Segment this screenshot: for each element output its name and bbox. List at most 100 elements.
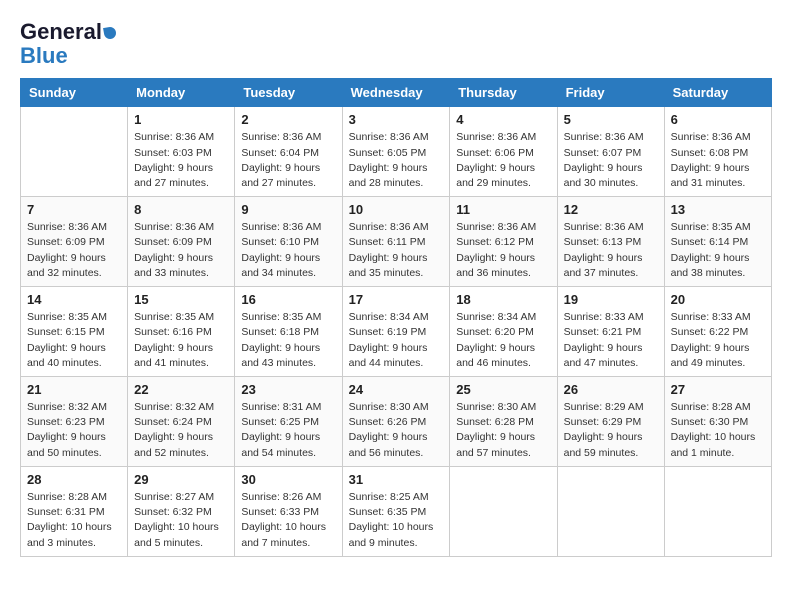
day-info: Sunrise: 8:33 AMSunset: 6:21 PMDaylight:… [564, 310, 658, 371]
calendar-cell: 3Sunrise: 8:36 AMSunset: 6:05 PMDaylight… [342, 107, 450, 197]
calendar-cell: 15Sunrise: 8:35 AMSunset: 6:16 PMDayligh… [128, 287, 235, 377]
day-info: Sunrise: 8:28 AMSunset: 6:30 PMDaylight:… [671, 400, 765, 461]
day-number: 21 [27, 382, 121, 397]
day-info: Sunrise: 8:36 AMSunset: 6:08 PMDaylight:… [671, 130, 765, 191]
day-number: 22 [134, 382, 228, 397]
day-number: 29 [134, 472, 228, 487]
day-number: 4 [456, 112, 550, 127]
calendar-cell: 11 Sunrise: 8:36 AMSunset: 6:12 PMDayligh… [450, 197, 557, 287]
day-number: 24 [349, 382, 444, 397]
day-number: 3 [349, 112, 444, 127]
calendar-cell: 24Sunrise: 8:30 AMSunset: 6:26 PMDayligh… [342, 377, 450, 467]
day-number: 9 [241, 202, 335, 217]
day-info: Sunrise: 8:28 AMSunset: 6:31 PMDaylight:… [27, 490, 121, 551]
calendar-cell [664, 466, 771, 556]
calendar-cell: 2 Sunrise: 8:36 AMSunset: 6:04 PMDaylight… [235, 107, 342, 197]
day-info: Sunrise: 8:26 AMSunset: 6:33 PMDaylight:… [241, 490, 335, 551]
day-number: 7 [27, 202, 121, 217]
calendar-cell: 31 Sunrise: 8:25 AMSunset: 6:35 PMDayligh… [342, 466, 450, 556]
calendar-cell: 27Sunrise: 8:28 AMSunset: 6:30 PMDayligh… [664, 377, 771, 467]
calendar-cell: 10Sunrise: 8:36 AMSunset: 6:11 PMDayligh… [342, 197, 450, 287]
day-info: Sunrise: 8:35 AMSunset: 6:18 PMDaylight:… [241, 310, 335, 371]
calendar-cell: 8Sunrise: 8:36 AMSunset: 6:09 PMDaylight… [128, 197, 235, 287]
calendar-cell: 23 Sunrise: 8:31 AMSunset: 6:25 PMDayligh… [235, 377, 342, 467]
calendar-cell: 12 Sunrise: 8:36 AMSunset: 6:13 PMDayligh… [557, 197, 664, 287]
calendar-cell: 4 Sunrise: 8:36 AMSunset: 6:06 PMDaylight… [450, 107, 557, 197]
header: General Blue [20, 20, 772, 68]
page-container: General Blue Sunday Monday Tuesday Wedne… [20, 20, 772, 557]
col-thursday: Thursday [450, 79, 557, 107]
logo: General Blue [20, 20, 116, 68]
day-number: 23 [241, 382, 335, 397]
calendar-cell: 14 Sunrise: 8:35 AMSunset: 6:15 PMDayligh… [21, 287, 128, 377]
day-number: 19 [564, 292, 658, 307]
day-number: 2 [241, 112, 335, 127]
calendar-cell [450, 466, 557, 556]
day-info: Sunrise: 8:36 AMSunset: 6:06 PMDaylight:… [456, 130, 550, 191]
calendar-cell: 7 Sunrise: 8:36 AMSunset: 6:09 PMDaylight… [21, 197, 128, 287]
calendar-cell [21, 107, 128, 197]
day-number: 1 [134, 112, 228, 127]
calendar-cell: 9 Sunrise: 8:36 AMSunset: 6:10 PMDaylight… [235, 197, 342, 287]
day-number: 15 [134, 292, 228, 307]
day-info: Sunrise: 8:32 AMSunset: 6:23 PMDaylight:… [27, 400, 121, 461]
logo-general: General [20, 19, 102, 44]
calendar-cell: 18 Sunrise: 8:34 AMSunset: 6:20 PMDayligh… [450, 287, 557, 377]
calendar-week-row: 28 Sunrise: 8:28 AMSunset: 6:31 PMDayligh… [21, 466, 772, 556]
day-info: Sunrise: 8:36 AMSunset: 6:10 PMDaylight:… [241, 220, 335, 281]
day-info: Sunrise: 8:31 AMSunset: 6:25 PMDaylight:… [241, 400, 335, 461]
day-info: Sunrise: 8:33 AMSunset: 6:22 PMDaylight:… [671, 310, 765, 371]
col-sunday: Sunday [21, 79, 128, 107]
day-info: Sunrise: 8:36 AMSunset: 6:12 PMDaylight:… [456, 220, 550, 281]
day-number: 6 [671, 112, 765, 127]
day-info: Sunrise: 8:34 AMSunset: 6:20 PMDaylight:… [456, 310, 550, 371]
day-number: 8 [134, 202, 228, 217]
day-info: Sunrise: 8:25 AMSunset: 6:35 PMDaylight:… [349, 490, 444, 551]
calendar-cell: 22Sunrise: 8:32 AMSunset: 6:24 PMDayligh… [128, 377, 235, 467]
calendar-cell: 21 Sunrise: 8:32 AMSunset: 6:23 PMDayligh… [21, 377, 128, 467]
col-friday: Friday [557, 79, 664, 107]
calendar-cell: 28 Sunrise: 8:28 AMSunset: 6:31 PMDayligh… [21, 466, 128, 556]
day-number: 28 [27, 472, 121, 487]
day-number: 20 [671, 292, 765, 307]
day-number: 14 [27, 292, 121, 307]
day-info: Sunrise: 8:36 AMSunset: 6:03 PMDaylight:… [134, 130, 228, 191]
calendar-cell: 16 Sunrise: 8:35 AMSunset: 6:18 PMDayligh… [235, 287, 342, 377]
day-info: Sunrise: 8:35 AMSunset: 6:14 PMDaylight:… [671, 220, 765, 281]
col-monday: Monday [128, 79, 235, 107]
day-number: 11 [456, 202, 550, 217]
day-number: 26 [564, 382, 658, 397]
calendar-week-row: 14 Sunrise: 8:35 AMSunset: 6:15 PMDayligh… [21, 287, 772, 377]
calendar-header-row: Sunday Monday Tuesday Wednesday Thursday… [21, 79, 772, 107]
day-number: 16 [241, 292, 335, 307]
day-info: Sunrise: 8:36 AMSunset: 6:04 PMDaylight:… [241, 130, 335, 191]
calendar-cell: 5 Sunrise: 8:36 AMSunset: 6:07 PMDaylight… [557, 107, 664, 197]
calendar-cell: 17Sunrise: 8:34 AMSunset: 6:19 PMDayligh… [342, 287, 450, 377]
day-number: 25 [456, 382, 550, 397]
day-info: Sunrise: 8:36 AMSunset: 6:13 PMDaylight:… [564, 220, 658, 281]
col-tuesday: Tuesday [235, 79, 342, 107]
calendar-cell: 20 Sunrise: 8:33 AMSunset: 6:22 PMDayligh… [664, 287, 771, 377]
day-info: Sunrise: 8:29 AMSunset: 6:29 PMDaylight:… [564, 400, 658, 461]
day-number: 5 [564, 112, 658, 127]
day-number: 10 [349, 202, 444, 217]
calendar-cell: 1 Sunrise: 8:36 AMSunset: 6:03 PMDaylight… [128, 107, 235, 197]
day-number: 18 [456, 292, 550, 307]
calendar-cell: 13 Sunrise: 8:35 AMSunset: 6:14 PMDayligh… [664, 197, 771, 287]
calendar-cell: 30Sunrise: 8:26 AMSunset: 6:33 PMDayligh… [235, 466, 342, 556]
logo-blue: Blue [20, 44, 116, 68]
day-number: 13 [671, 202, 765, 217]
day-number: 31 [349, 472, 444, 487]
day-info: Sunrise: 8:30 AMSunset: 6:28 PMDaylight:… [456, 400, 550, 461]
calendar-week-row: 1 Sunrise: 8:36 AMSunset: 6:03 PMDaylight… [21, 107, 772, 197]
calendar-cell [557, 466, 664, 556]
day-info: Sunrise: 8:35 AMSunset: 6:15 PMDaylight:… [27, 310, 121, 371]
day-info: Sunrise: 8:27 AMSunset: 6:32 PMDaylight:… [134, 490, 228, 551]
day-info: Sunrise: 8:36 AMSunset: 6:07 PMDaylight:… [564, 130, 658, 191]
col-saturday: Saturday [664, 79, 771, 107]
calendar-table: Sunday Monday Tuesday Wednesday Thursday… [20, 78, 772, 556]
day-number: 12 [564, 202, 658, 217]
calendar-cell: 25 Sunrise: 8:30 AMSunset: 6:28 PMDayligh… [450, 377, 557, 467]
calendar-cell: 29 Sunrise: 8:27 AMSunset: 6:32 PMDayligh… [128, 466, 235, 556]
day-info: Sunrise: 8:36 AMSunset: 6:09 PMDaylight:… [27, 220, 121, 281]
